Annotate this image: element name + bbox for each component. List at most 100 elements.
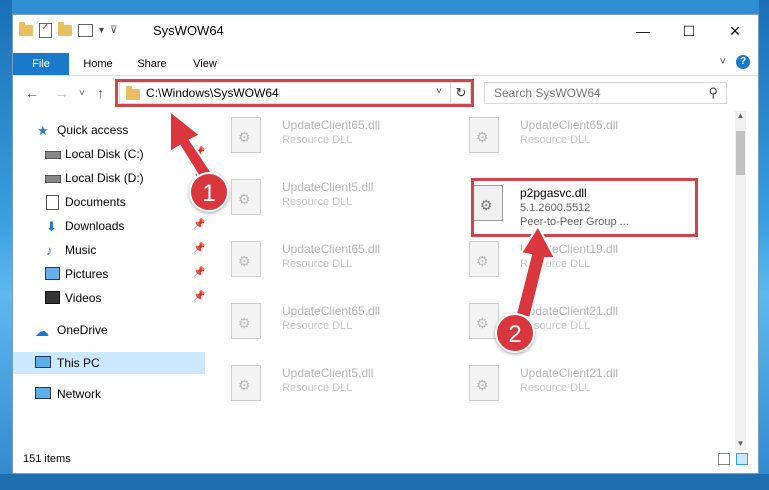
- scroll-up-icon[interactable]: ▲: [735, 111, 746, 123]
- tab-home[interactable]: Home: [73, 53, 123, 75]
- sidebar-item-label: Downloads: [65, 219, 125, 233]
- sidebar-item-label: Pictures: [65, 267, 109, 281]
- file-type: Resource DLL: [282, 134, 353, 146]
- pin-icon[interactable]: 📌: [193, 267, 205, 278]
- file-type: Resource DLL: [520, 134, 591, 146]
- step-1-badge: 1: [189, 172, 229, 212]
- file-item[interactable]: ⚙ UpdateClient65.dll Resource DLL: [213, 235, 433, 287]
- file-name: UpdateClient21.dll: [520, 304, 619, 318]
- search-placeholder: Search SysWOW64: [494, 86, 601, 100]
- search-box[interactable]: Search SysWOW64 ⚲: [484, 82, 727, 104]
- up-arrow-icon[interactable]: ↑: [97, 85, 104, 101]
- star-icon: ★: [37, 123, 49, 138]
- pictures-icon: [45, 267, 60, 280]
- file-name: UpdateClient65.dll: [282, 242, 381, 256]
- sidebar-item-quick-access[interactable]: ★ Quick access: [13, 119, 205, 141]
- desktop-background-left: [0, 0, 12, 490]
- desktop-background-bottom: [0, 474, 769, 490]
- file-type: Resource DLL: [282, 320, 353, 332]
- properties-icon[interactable]: [39, 22, 52, 38]
- tab-share[interactable]: Share: [127, 53, 177, 75]
- recent-locations-icon[interactable]: ˅: [79, 88, 85, 99]
- computer-icon: [35, 356, 51, 369]
- quick-access-toolbar: ▾ ⊽: [19, 22, 117, 38]
- back-arrow-icon[interactable]: ←: [25, 85, 39, 101]
- sidebar-item-label: This PC: [57, 356, 100, 370]
- navigation-pane: ★ Quick access Local Disk (C:) 📌 Local D…: [13, 119, 205, 449]
- sidebar-item-label: Music: [65, 243, 97, 257]
- view-icon[interactable]: [78, 24, 93, 37]
- sidebar-item-label: Network: [57, 387, 102, 401]
- sidebar-item-local-disk-d[interactable]: Local Disk (D:) 📌: [13, 167, 205, 189]
- file-item[interactable]: ⚙ UpdateClient65.dll Resource DLL: [451, 111, 671, 163]
- file-item[interactable]: ⚙ UpdateClient19.dll Resource DLL: [451, 235, 671, 287]
- pin-icon[interactable]: 📌: [193, 219, 205, 230]
- sidebar-item-label: Videos: [65, 291, 102, 305]
- tiles-view-icon[interactable]: [736, 453, 748, 465]
- pin-icon[interactable]: 📌: [193, 243, 205, 254]
- file-name: UpdateClient65.dll: [282, 118, 381, 132]
- file-item[interactable]: ⚙ UpdateClient21.dll Resource DLL: [451, 359, 671, 411]
- dll-file-icon: ⚙: [231, 303, 261, 339]
- dll-file-icon: ⚙: [231, 241, 261, 277]
- file-list: ⚙ UpdateClient65.dll Resource DLL ⚙ Upda…: [213, 111, 733, 451]
- scrollbar-thumb[interactable]: [736, 131, 745, 175]
- dll-file-icon: ⚙: [469, 365, 499, 401]
- search-icon[interactable]: ⚲: [708, 85, 718, 101]
- ribbon-expand-icon[interactable]: ˅: [720, 56, 726, 68]
- qat-customize-icon[interactable]: ⊽: [110, 25, 117, 36]
- file-explorer-window: ▾ ⊽ SysWOW64 — ☐ ✕ File Home Share View …: [12, 14, 759, 474]
- help-icon[interactable]: ?: [736, 55, 750, 69]
- dll-file-icon: ⚙: [469, 241, 499, 277]
- tab-view[interactable]: View: [183, 53, 227, 75]
- pin-icon[interactable]: 📌: [193, 291, 205, 302]
- step-2-badge: 2: [495, 313, 535, 353]
- file-name: UpdateClient21.dll: [520, 366, 619, 380]
- forward-arrow-icon[interactable]: →: [55, 85, 69, 101]
- qat-dropdown-icon[interactable]: ▾: [99, 25, 104, 36]
- sidebar-item-local-disk-c[interactable]: Local Disk (C:) 📌: [13, 143, 205, 165]
- sidebar-item-downloads[interactable]: ⬇ Downloads 📌: [13, 215, 205, 237]
- new-folder-icon[interactable]: [58, 22, 72, 36]
- pin-icon[interactable]: 📌: [193, 147, 205, 158]
- document-icon: [46, 195, 60, 210]
- tab-file[interactable]: File: [13, 53, 69, 75]
- file-item[interactable]: ⚙ UpdateClient65.dll Resource DLL: [213, 297, 433, 349]
- vertical-scrollbar[interactable]: ▲ ▼: [735, 111, 746, 451]
- sidebar-item-network[interactable]: Network: [13, 383, 205, 405]
- sidebar-item-pictures[interactable]: Pictures 📌: [13, 263, 205, 285]
- minimize-button[interactable]: —: [620, 15, 666, 47]
- file-name: UpdateClient5.dll: [282, 180, 374, 194]
- sidebar-item-label: Local Disk (D:): [65, 171, 144, 185]
- maximize-button[interactable]: ☐: [666, 15, 712, 47]
- file-name: UpdateClient65.dll: [520, 118, 619, 132]
- close-button[interactable]: ✕: [712, 15, 758, 47]
- music-icon: ♪: [46, 243, 53, 258]
- cloud-icon: ☁: [35, 323, 49, 339]
- navigation-bar: ← → ˅ ↑ C:\Windows\SysWOW64 ˅ ↻ Search S…: [13, 79, 758, 109]
- file-item[interactable]: ⚙ UpdateClient5.dll Resource DLL: [213, 173, 433, 225]
- file-highlight-box: [471, 178, 698, 237]
- sidebar-item-label: Quick access: [57, 123, 129, 137]
- file-item[interactable]: ⚙ UpdateClient65.dll Resource DLL: [213, 111, 433, 163]
- sidebar-item-label: Local Disk (C:): [65, 147, 144, 161]
- sidebar-item-this-pc[interactable]: This PC: [13, 352, 205, 374]
- sidebar-item-onedrive[interactable]: ☁ OneDrive: [13, 319, 205, 341]
- details-view-icon[interactable]: [718, 453, 730, 465]
- folder-icon[interactable]: [19, 22, 33, 36]
- drive-icon: [45, 147, 61, 160]
- file-item[interactable]: ⚙ UpdateClient5.dll Resource DLL: [213, 359, 433, 411]
- dll-file-icon: ⚙: [231, 117, 261, 153]
- file-item[interactable]: ⚙ UpdateClient21.dll Resource DLL: [451, 297, 671, 349]
- desktop-background-right: [759, 0, 769, 490]
- video-icon: [45, 291, 60, 304]
- file-name: UpdateClient65.dll: [282, 304, 381, 318]
- sidebar-item-documents[interactable]: Documents 📌: [13, 191, 205, 213]
- window-title: SysWOW64: [153, 23, 224, 38]
- network-icon: [35, 387, 51, 400]
- sidebar-item-label: Documents: [65, 195, 126, 209]
- address-bar-highlight: [115, 79, 474, 107]
- sidebar-item-videos[interactable]: Videos 📌: [13, 287, 205, 309]
- file-type: Resource DLL: [282, 196, 353, 208]
- sidebar-item-music[interactable]: ♪ Music 📌: [13, 239, 205, 261]
